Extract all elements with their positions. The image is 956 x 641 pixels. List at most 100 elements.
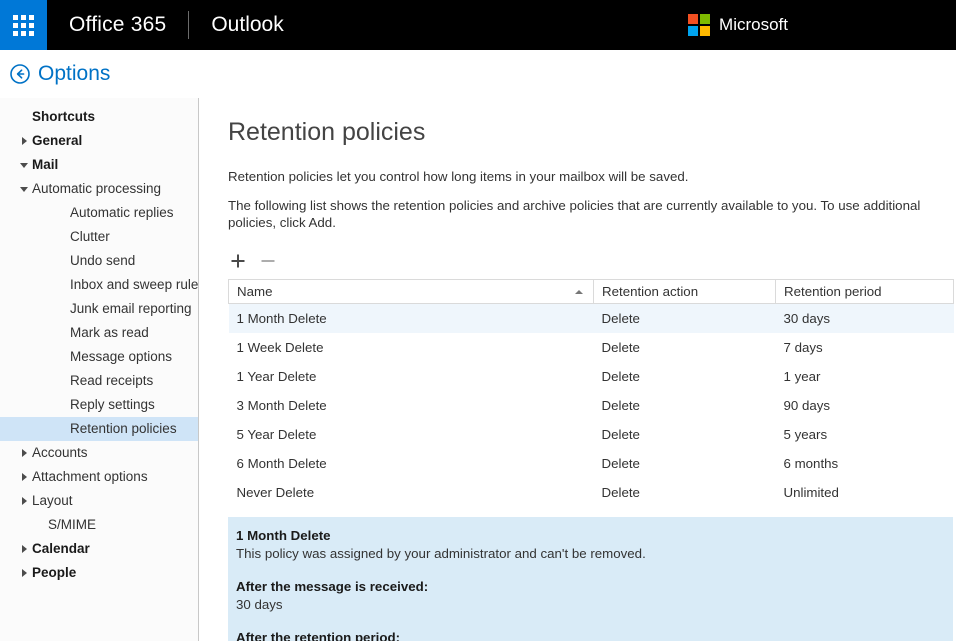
sidebar-item-label: Inbox and sweep rules bbox=[70, 273, 199, 297]
policy-name-cell: 3 Month Delete bbox=[229, 391, 594, 420]
retention-period-cell: 1 year bbox=[776, 362, 954, 391]
description-line-2: The following list shows the retention p… bbox=[228, 197, 952, 231]
sidebar-item-clutter[interactable]: Clutter bbox=[0, 225, 198, 249]
sidebar-item-layout[interactable]: Layout bbox=[0, 489, 198, 513]
sidebar-item-s-mime[interactable]: S/MIME bbox=[0, 513, 198, 537]
outlook-app-name[interactable]: Outlook bbox=[189, 13, 305, 37]
sidebar-item-automatic-replies[interactable]: Automatic replies bbox=[0, 201, 198, 225]
description-line-1: Retention policies let you control how l… bbox=[228, 168, 952, 185]
retention-period-cell: 7 days bbox=[776, 333, 954, 362]
detail-policy-name: 1 Month Delete bbox=[236, 527, 941, 545]
sidebar-item-inbox-and-sweep-rules[interactable]: Inbox and sweep rules bbox=[0, 273, 198, 297]
sidebar-item-label: Message options bbox=[70, 345, 172, 369]
plus-icon bbox=[230, 253, 246, 269]
table-header: Name Retention action Retention period bbox=[229, 280, 954, 304]
chevron-right-icon bbox=[18, 137, 30, 145]
sidebar-item-junk-email-reporting[interactable]: Junk email reporting bbox=[0, 297, 198, 321]
retention-action-cell: Delete bbox=[594, 304, 776, 333]
column-header-retention-period[interactable]: Retention period bbox=[776, 280, 954, 304]
sidebar-item-label: Mark as read bbox=[70, 321, 149, 345]
app-launcher-button[interactable] bbox=[0, 0, 47, 50]
chevron-right-icon bbox=[18, 569, 30, 577]
sidebar-item-calendar[interactable]: Calendar bbox=[0, 537, 198, 561]
column-header-retention-action[interactable]: Retention action bbox=[594, 280, 776, 304]
detail-received-value: 30 days bbox=[236, 596, 941, 614]
sidebar-item-label: Junk email reporting bbox=[70, 297, 192, 321]
sidebar-item-message-options[interactable]: Message options bbox=[0, 345, 198, 369]
sidebar-item-mark-as-read[interactable]: Mark as read bbox=[0, 321, 198, 345]
sidebar-item-attachment-options[interactable]: Attachment options bbox=[0, 465, 198, 489]
sidebar-item-accounts[interactable]: Accounts bbox=[0, 441, 198, 465]
app-launcher-waffle-icon bbox=[13, 15, 34, 36]
sidebar-item-general[interactable]: General bbox=[0, 129, 198, 153]
policy-toolbar bbox=[228, 249, 952, 273]
remove-policy-button[interactable] bbox=[258, 251, 278, 271]
sidebar-item-read-receipts[interactable]: Read receipts bbox=[0, 369, 198, 393]
sidebar-item-label: Undo send bbox=[70, 249, 135, 273]
detail-policy-note: This policy was assigned by your adminis… bbox=[236, 545, 941, 563]
minus-icon bbox=[260, 253, 276, 269]
sidebar-item-people[interactable]: People bbox=[0, 561, 198, 585]
sort-ascending-icon bbox=[575, 290, 583, 294]
sidebar-item-label: Read receipts bbox=[70, 369, 153, 393]
table-row[interactable]: 3 Month DeleteDelete90 days bbox=[229, 391, 954, 420]
policy-name-cell: 1 Year Delete bbox=[229, 362, 594, 391]
retention-period-cell: Unlimited bbox=[776, 478, 954, 507]
retention-period-cell: 5 years bbox=[776, 420, 954, 449]
table-row[interactable]: Never DeleteDeleteUnlimited bbox=[229, 478, 954, 507]
policy-name-cell: Never Delete bbox=[229, 478, 594, 507]
column-header-name[interactable]: Name bbox=[229, 280, 594, 304]
chevron-right-icon bbox=[18, 497, 30, 505]
add-policy-button[interactable] bbox=[228, 251, 248, 271]
table-row[interactable]: 5 Year DeleteDelete5 years bbox=[229, 420, 954, 449]
page-title: Retention policies bbox=[228, 117, 952, 147]
office-suite-bar: Office 365 Outlook Microsoft bbox=[0, 0, 956, 50]
retention-period-cell: 6 months bbox=[776, 449, 954, 478]
sidebar-item-automatic-processing[interactable]: Automatic processing bbox=[0, 177, 198, 201]
sidebar-item-label: Automatic replies bbox=[70, 201, 174, 225]
table-row[interactable]: 1 Week DeleteDelete7 days bbox=[229, 333, 954, 362]
microsoft-logo-icon bbox=[688, 14, 710, 36]
table-row[interactable]: 1 Year DeleteDelete1 year bbox=[229, 362, 954, 391]
column-header-name-label: Name bbox=[237, 284, 272, 299]
sidebar-item-label: Automatic processing bbox=[32, 177, 161, 201]
sidebar-item-label: Accounts bbox=[32, 441, 88, 465]
sidebar-item-label: Attachment options bbox=[32, 465, 148, 489]
detail-received-label: After the message is received: bbox=[236, 578, 941, 596]
options-nav-list: ShortcutsGeneralMailAutomatic processing… bbox=[0, 105, 198, 585]
back-arrow-circle-icon[interactable] bbox=[8, 62, 32, 86]
sidebar-item-retention-policies[interactable]: Retention policies bbox=[0, 417, 198, 441]
sidebar-item-mail[interactable]: Mail bbox=[0, 153, 198, 177]
microsoft-logo: Microsoft bbox=[688, 14, 788, 36]
policy-name-cell: 1 Month Delete bbox=[229, 304, 594, 333]
chevron-down-icon bbox=[18, 187, 30, 192]
microsoft-wordmark: Microsoft bbox=[719, 15, 788, 35]
sidebar-item-label: Layout bbox=[32, 489, 73, 513]
sidebar-item-shortcuts[interactable]: Shortcuts bbox=[0, 105, 198, 129]
retention-action-cell: Delete bbox=[594, 420, 776, 449]
chevron-right-icon bbox=[18, 449, 30, 457]
sidebar-item-reply-settings[interactable]: Reply settings bbox=[0, 393, 198, 417]
retention-action-cell: Delete bbox=[594, 391, 776, 420]
sidebar-item-label: People bbox=[32, 561, 76, 585]
sidebar-item-undo-send[interactable]: Undo send bbox=[0, 249, 198, 273]
sidebar-item-label: S/MIME bbox=[48, 513, 96, 537]
policy-name-cell: 5 Year Delete bbox=[229, 420, 594, 449]
sidebar-item-label: General bbox=[32, 129, 82, 153]
table-row[interactable]: 6 Month DeleteDelete6 months bbox=[229, 449, 954, 478]
office-365-brand[interactable]: Office 365 bbox=[47, 13, 188, 37]
app-root: Office 365 Outlook Microsoft Options Sho… bbox=[0, 0, 956, 641]
retention-action-cell: Delete bbox=[594, 478, 776, 507]
detail-retention-label: After the retention period: bbox=[236, 629, 941, 641]
table-row[interactable]: 1 Month DeleteDelete30 days bbox=[229, 304, 954, 333]
retention-period-cell: 30 days bbox=[776, 304, 954, 333]
retention-period-cell: 90 days bbox=[776, 391, 954, 420]
retention-policies-table: Name Retention action Retention period 1… bbox=[228, 279, 954, 507]
sidebar-item-label: Mail bbox=[32, 153, 58, 177]
chevron-right-icon bbox=[18, 473, 30, 481]
policy-detail-panel: 1 Month Delete This policy was assigned … bbox=[228, 517, 953, 641]
sidebar-item-label: Retention policies bbox=[70, 417, 177, 441]
chevron-down-icon bbox=[18, 163, 30, 168]
sidebar-item-label: Calendar bbox=[32, 537, 90, 561]
options-title[interactable]: Options bbox=[38, 62, 110, 86]
